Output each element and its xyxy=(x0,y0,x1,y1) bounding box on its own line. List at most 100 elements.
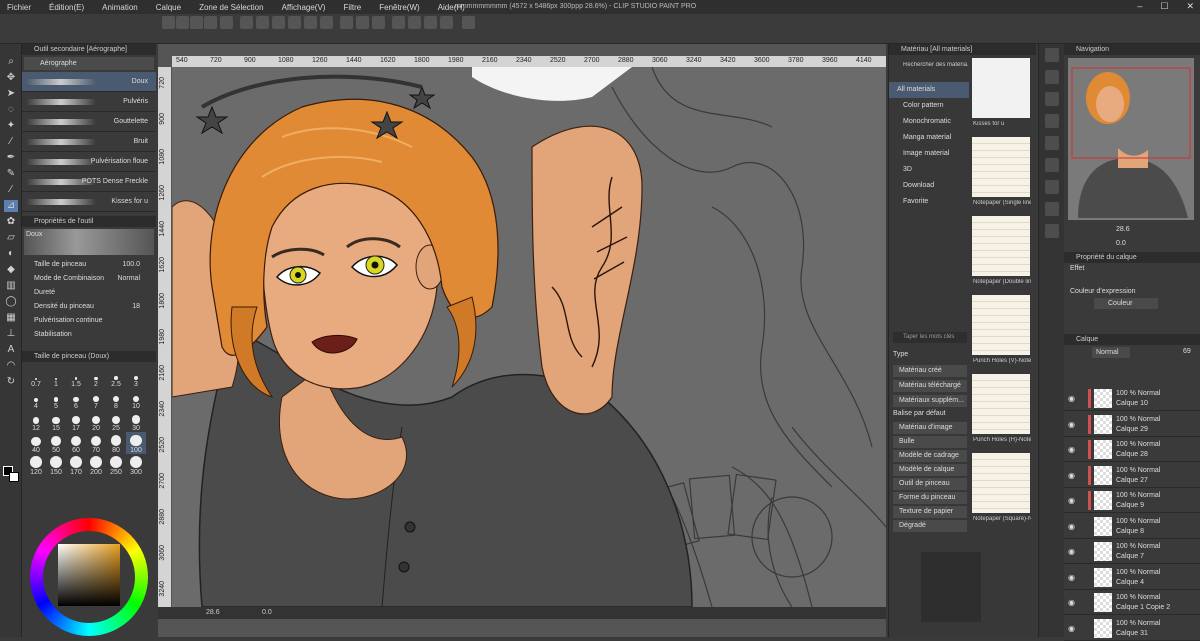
eye-icon[interactable]: ◉ xyxy=(1068,598,1075,607)
brush-size-cell[interactable]: 15 xyxy=(46,410,66,432)
ruler-icon[interactable]: ⊥ xyxy=(4,328,18,340)
brush-size-cell[interactable]: 120 xyxy=(26,454,46,476)
figure-icon[interactable]: ◯ xyxy=(4,296,18,308)
navigation-zoom[interactable]: 28.6 xyxy=(1116,226,1130,233)
navigation-preview[interactable] xyxy=(1068,58,1194,220)
layer-row[interactable]: ◉ 100 % Normal Calque 7 xyxy=(1064,539,1200,564)
tool-prop-value[interactable]: 100.0 xyxy=(122,261,140,268)
brush-size-cell[interactable]: 4 xyxy=(26,388,46,410)
material-balise-tag[interactable]: Outil de pinceau xyxy=(893,478,967,490)
menu-item[interactable]: Zone de Sélection xyxy=(199,3,264,12)
material-icon-8[interactable] xyxy=(1045,224,1059,238)
text-icon[interactable]: A xyxy=(4,344,18,356)
brush-item[interactable]: Pulvéris xyxy=(22,92,156,112)
layer-row[interactable]: ◉ 100 % Normal Calque 4 xyxy=(1064,565,1200,590)
command-button[interactable] xyxy=(304,16,317,29)
material-tree-item[interactable]: Monochromatic xyxy=(889,114,969,130)
eraser-icon[interactable]: ▱ xyxy=(4,232,18,244)
tool-prop-row[interactable]: Taille de pinceau 100.0 xyxy=(22,257,156,271)
tool-prop-row[interactable]: Stabilisation xyxy=(22,327,156,341)
material-thumbnail[interactable] xyxy=(972,216,1030,276)
move-icon[interactable]: ✥ xyxy=(4,72,18,84)
brush-size-cell[interactable]: 7 xyxy=(86,388,106,410)
command-button[interactable] xyxy=(272,16,285,29)
fill-icon[interactable]: ◆ xyxy=(4,264,18,276)
command-button[interactable] xyxy=(392,16,405,29)
brush-size-cell[interactable]: 6 xyxy=(66,388,86,410)
command-button[interactable] xyxy=(288,16,301,29)
command-button[interactable] xyxy=(204,16,217,29)
navigation-angle[interactable]: 0.0 xyxy=(1116,240,1126,247)
gradient-icon[interactable]: ▥ xyxy=(4,280,18,292)
material-thumbnail[interactable] xyxy=(972,137,1030,197)
material-icon-5[interactable] xyxy=(1045,158,1059,172)
command-button[interactable] xyxy=(424,16,437,29)
eye-icon[interactable]: ◉ xyxy=(1068,573,1075,582)
material-icon-6[interactable] xyxy=(1045,180,1059,194)
material-icon-4[interactable] xyxy=(1045,136,1059,150)
material-tree-item[interactable]: All materials xyxy=(889,82,969,98)
zoom-icon[interactable]: ⌕ xyxy=(4,56,18,68)
material-search-button[interactable]: Rechercher des matéria... xyxy=(903,62,969,74)
command-button[interactable] xyxy=(340,16,353,29)
brush-size-cell[interactable]: 50 xyxy=(46,432,66,454)
eye-icon[interactable]: ◉ xyxy=(1068,547,1075,556)
layer-row[interactable]: ◉ 100 % Normal Calque 27 xyxy=(1064,463,1200,488)
material-thumbnail[interactable] xyxy=(972,453,1030,513)
brush-size-cell[interactable]: 20 xyxy=(86,410,106,432)
brush-size-cell[interactable]: 30 xyxy=(126,410,146,432)
brush-size-cell[interactable]: 80 xyxy=(106,432,126,454)
tool-prop-value[interactable]: Normal xyxy=(117,275,140,282)
material-icon-2[interactable] xyxy=(1045,92,1059,106)
blend-icon[interactable]: ◐ xyxy=(4,248,18,260)
layer-row[interactable]: ◉ 100 % Normal Calque 8 xyxy=(1064,514,1200,539)
layer-row[interactable]: ◉ 100 % Normal Calque 9 xyxy=(1064,488,1200,513)
command-button[interactable] xyxy=(220,16,233,29)
eye-icon[interactable]: ◉ xyxy=(1068,624,1075,633)
correct-line-icon[interactable]: ↻ xyxy=(4,376,18,388)
command-button[interactable] xyxy=(240,16,253,29)
brush-size-cell[interactable]: 3 xyxy=(126,366,146,388)
eye-icon[interactable]: ◉ xyxy=(1068,471,1075,480)
brush-size-cell[interactable]: 2 xyxy=(86,366,106,388)
material-balise-tag[interactable]: Texture de papier xyxy=(893,506,967,518)
eye-icon[interactable]: ◉ xyxy=(1068,394,1075,403)
material-tree-item[interactable]: Favorite xyxy=(889,194,969,210)
select-arrow-icon[interactable]: ➤ xyxy=(4,88,18,100)
tool-prop-value[interactable]: 18 xyxy=(132,303,140,310)
eye-icon[interactable]: ◉ xyxy=(1068,445,1075,454)
material-thumbnail[interactable] xyxy=(972,58,1030,118)
material-icon[interactable] xyxy=(1045,70,1059,84)
airbrush-icon[interactable]: ⊿ xyxy=(4,200,18,212)
status-zoom[interactable]: 28.6 xyxy=(206,609,220,616)
layer-opacity[interactable]: 69 xyxy=(1183,348,1191,355)
material-tree-item[interactable]: Image material xyxy=(889,146,969,162)
window-button[interactable]: ✕ xyxy=(1186,1,1194,12)
window-button[interactable]: ☐ xyxy=(1160,1,1168,12)
brush-item[interactable]: Kisses for u xyxy=(22,192,156,212)
panel-toggle-icon[interactable] xyxy=(1045,48,1059,62)
decoration-icon[interactable]: ✿ xyxy=(4,216,18,228)
material-balise-tag[interactable]: Forme du pinceau xyxy=(893,492,967,504)
material-balise-tag[interactable]: Dégradé xyxy=(893,520,967,532)
brush-item[interactable]: Gouttelette xyxy=(22,112,156,132)
brush-size-cell[interactable]: 8 xyxy=(106,388,126,410)
brush-size-cell[interactable]: 100 xyxy=(126,432,146,454)
material-type-tag[interactable]: Matériaux supplém... xyxy=(893,395,967,407)
command-button[interactable] xyxy=(176,16,189,29)
material-icon-7[interactable] xyxy=(1045,202,1059,216)
command-button[interactable] xyxy=(440,16,453,29)
brush-size-cell[interactable]: 5 xyxy=(46,388,66,410)
menu-item[interactable]: Filtre xyxy=(343,3,361,12)
layer-blend-mode[interactable]: Normal xyxy=(1092,347,1130,358)
menu-item[interactable]: Animation xyxy=(102,3,138,12)
material-tree-item[interactable]: Color pattern xyxy=(889,98,969,114)
material-tree-item[interactable]: Download xyxy=(889,178,969,194)
sub-color-swatch[interactable] xyxy=(9,472,19,482)
material-tree-item[interactable]: Manga material xyxy=(889,130,969,146)
brush-size-cell[interactable]: 40 xyxy=(26,432,46,454)
tool-prop-row[interactable]: Pulvérisation continue xyxy=(22,313,156,327)
menu-item[interactable]: Affichage(V) xyxy=(282,3,326,12)
command-button[interactable] xyxy=(462,16,475,29)
color-saturation-square[interactable] xyxy=(58,544,120,606)
